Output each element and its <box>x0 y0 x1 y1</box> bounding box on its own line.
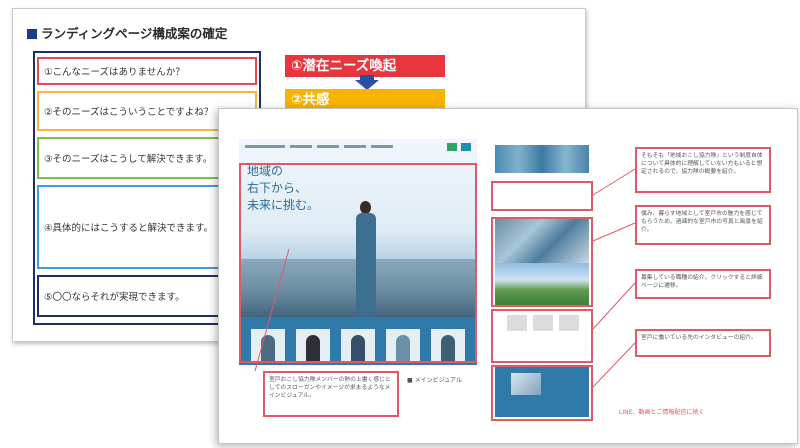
nav-green-button <box>447 143 457 151</box>
connector-line <box>592 168 636 196</box>
note-text: 募集している職種の紹介。クリックすると詳細ページに遷移。 <box>641 275 763 289</box>
note-overview: そもそも「地域おこし協力隊」という制度自体について具体的に理解していない方もいる… <box>635 147 771 193</box>
interview-highlight-box <box>491 365 593 421</box>
note-interview: 室戸に働いている先のインタビューの紹介。 <box>635 329 771 357</box>
note-text: 室戸に働いている先のインタビューの紹介。 <box>641 335 757 341</box>
connector-line <box>592 342 636 388</box>
step-label: ②共感 <box>291 92 330 108</box>
note-text: そもそも「地域おこし協力隊」という制度自体について具体的に理解していない方もいる… <box>641 153 763 175</box>
overview-highlight-box <box>491 181 593 211</box>
structure-item-1: ①こんなニーズはありませんか？ <box>37 57 257 85</box>
note-main-visual: 室戸おこし協力隊メンバーの熱の上書く感じとしてのスローガンやイメージが求まるよう… <box>263 371 399 417</box>
structure-item-label: ①こんなニーズはありませんか？ <box>44 67 185 78</box>
jobs-highlight-box <box>491 309 593 363</box>
connector-line <box>592 282 636 330</box>
structure-item-label: ⑤〇〇ならそれが実現できます。 <box>44 292 185 303</box>
nav-teal-button <box>461 143 471 151</box>
step-label: ①潜在ニーズ喚起 <box>291 58 397 74</box>
main-visual-label-text: メインビジュアル <box>414 377 462 384</box>
main-visual-label: ■ メインビジュアル <box>407 377 462 384</box>
note-scenery: 僕み、暮らす地域として室戸市の魅力を感じてもらうため、過疎的な室戸市の写真と風景… <box>635 205 771 245</box>
note-text: 室戸おこし協力隊メンバーの熱の上書く感じとしてのスローガンやイメージが求まるよう… <box>269 377 391 399</box>
structure-item-label: ④具体的にはこうすると解決できます。 <box>44 223 214 234</box>
front-slide: 地域の 右下から、 未来に挑む。 そもそも「地域おこし協力隊」という制度自体につ… <box>218 108 798 444</box>
hero-highlight-box <box>239 163 477 363</box>
connector-line <box>592 222 636 242</box>
step-latent-needs: ①潜在ニーズ喚起 <box>285 55 445 77</box>
slide-title: ランディングページ構成案の確定 <box>27 23 227 42</box>
slide-title-text: ランディングページ構成案の確定 <box>41 26 228 41</box>
structure-item-label: ③そのニーズはこうして解決できます。 <box>44 154 213 165</box>
bottom-link-label: LINE、動画とご情報配信に続く <box>619 407 704 416</box>
scenery-highlight-box <box>491 217 593 307</box>
square-bullet-icon <box>27 29 37 39</box>
hero-nav <box>245 143 471 153</box>
bottom-link-text: LINE、動画とご情報配信に続く <box>619 409 705 416</box>
note-text: 僕み、暮らす地域として室戸市の魅力を感じてもらうため、過疎的な室戸市の写真と風景… <box>641 211 763 233</box>
note-jobs: 募集している職種の紹介。クリックすると詳細ページに遷移。 <box>635 269 771 299</box>
lp-section-header-image <box>495 145 589 173</box>
structure-item-label: ②そのニーズはこういうことですよね？ <box>44 107 214 118</box>
